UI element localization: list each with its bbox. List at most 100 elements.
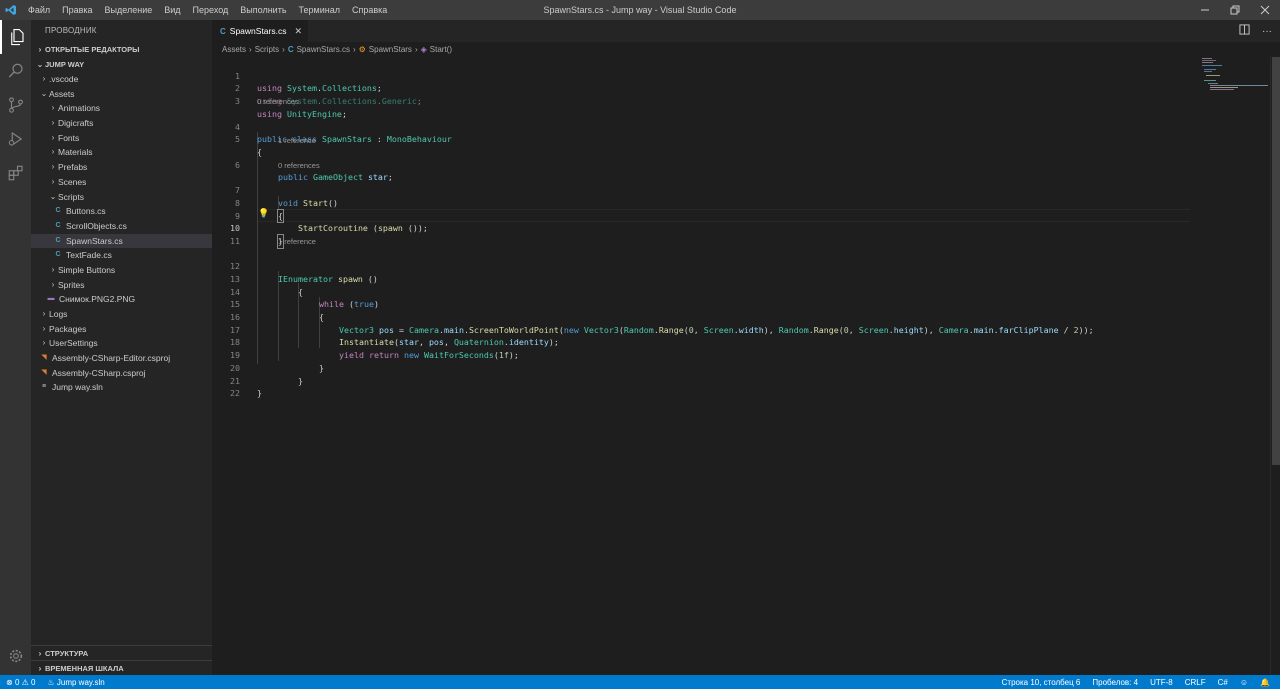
tree-item-label: Simple Buttons (58, 264, 116, 275)
scrollbar-thumb[interactable] (1272, 57, 1280, 465)
tree-item-usersettings[interactable]: › UserSettings (31, 336, 212, 351)
tree-item-simple-buttons[interactable]: › Simple Buttons (31, 263, 212, 278)
tree-item-editor-csproj[interactable]: ◥ Assembly-CSharp-Editor.csproj (31, 351, 212, 366)
code-line: 20 } (212, 349, 1270, 386)
menu-view[interactable]: Вид (158, 0, 186, 20)
open-editors-section[interactable]: › ОТКРЫТЫЕ РЕДАКТОРЫ (31, 42, 212, 57)
search-icon[interactable] (0, 54, 31, 88)
menu-edit[interactable]: Правка (56, 0, 98, 20)
code-editor[interactable]: 1 using System.Collections; 2 using Syst… (212, 57, 1270, 675)
tree-item-textfade-cs[interactable]: C TextFade.cs (31, 248, 212, 263)
chevron-right-icon: › (51, 147, 55, 157)
minimap[interactable] (1200, 57, 1270, 97)
tree-item-materials[interactable]: › Materials (31, 145, 212, 160)
tree-item-sln[interactable]: ≡ Jump way.sln (31, 380, 212, 395)
tree-item-digicrafts[interactable]: › Digicrafts (31, 116, 212, 131)
editor-tabs: C SpawnStars.cs ✕ ··· (212, 20, 1280, 42)
chevron-right-icon: › (51, 162, 55, 172)
problems-indicator[interactable]: ⊗ 0 ⚠ 0 (0, 675, 41, 689)
menu-file[interactable]: Файл (22, 0, 56, 20)
codelens-references[interactable]: 1 reference (278, 236, 316, 248)
tree-item-png-image[interactable]: ▬ Снимок.PNG2.PNG (31, 292, 212, 307)
line-ending[interactable]: CRLF (1179, 675, 1212, 689)
codelens-references[interactable]: 0 references (278, 160, 320, 172)
editor-scrollbar[interactable] (1270, 57, 1280, 675)
code-line: 18 yield return new WaitForSeconds(1f); (212, 324, 1270, 360)
source-control-icon[interactable] (0, 88, 31, 122)
encoding[interactable]: UTF-8 (1144, 675, 1179, 689)
tree-item-animations[interactable]: › Animations (31, 101, 212, 116)
chevron-down-icon: ⌄ (36, 60, 44, 69)
code-line: 16 Vector3 pos = Camera.main.ScreenToWor… (212, 298, 1270, 335)
sidebar-title: ПРОВОДНИК (45, 26, 97, 35)
explorer-icon[interactable] (0, 20, 31, 54)
tree-item-assets[interactable]: ⌄ Assets (31, 87, 212, 102)
tree-item-label: Assembly-CSharp-Editor.csproj (52, 353, 171, 364)
code-line: 3 using UnityEngine; (212, 82, 1270, 119)
tab-label: SpawnStars.cs (229, 26, 287, 36)
line-number: 11 (230, 236, 240, 246)
feedback-icon[interactable]: ☺ (1234, 675, 1254, 689)
tab-spawnstars[interactable]: C SpawnStars.cs ✕ (212, 20, 309, 42)
tree-item-label: TextFade.cs (66, 250, 112, 261)
language-mode[interactable]: C# (1212, 675, 1234, 689)
code-line: 13 { (212, 260, 1270, 297)
tree-item-scenes[interactable]: › Scenes (31, 175, 212, 190)
split-editor-icon[interactable] (1239, 24, 1250, 38)
explorer-sidebar: ПРОВОДНИК › ОТКРЫТЫЕ РЕДАКТОРЫ ⌄ JUMP WA… (31, 20, 212, 675)
project-file-icon: ◥ (41, 368, 47, 376)
token: Collections (321, 96, 377, 107)
run-debug-icon[interactable] (0, 122, 31, 156)
restore-button[interactable] (1220, 0, 1250, 20)
csharp-file-icon: C (55, 236, 61, 244)
settings-gear-icon[interactable] (0, 643, 31, 669)
tree-item-fonts[interactable]: › Fonts (31, 131, 212, 146)
cursor-position[interactable]: Строка 10, столбец 6 (996, 675, 1087, 689)
csharp-file-icon: C (287, 45, 294, 54)
codelens-references[interactable]: 0 references (257, 96, 299, 108)
minimize-button[interactable] (1190, 0, 1220, 20)
tree-item-scripts[interactable]: ⌄ Scripts (31, 190, 212, 205)
token: SpawnStars (321, 134, 372, 145)
tree-item-logs[interactable]: › Logs (31, 307, 212, 322)
tree-item-scrollobjects-cs[interactable]: C ScrollObjects.cs (31, 219, 212, 234)
tree-item-packages[interactable]: › Packages (31, 322, 212, 337)
menu-selection[interactable]: Выделение (99, 0, 159, 20)
code-line: 4 public class SpawnStars : MonoBehaviou… (212, 108, 1270, 145)
menu-help[interactable]: Справка (346, 0, 393, 20)
tree-item-label: ScrollObjects.cs (66, 220, 127, 231)
outline-section[interactable]: › СТРУКТУРА (31, 645, 212, 660)
lightbulb-icon[interactable]: 💡 (258, 209, 269, 219)
breadcrumb-class[interactable]: SpawnStars (369, 45, 412, 54)
tree-item-vscode[interactable]: › .vscode (31, 72, 212, 87)
project-section[interactable]: ⌄ JUMP WAY (31, 57, 212, 72)
window-controls (1190, 0, 1280, 20)
code-line: 14 while (true) (212, 273, 1270, 310)
indentation[interactable]: Пробелов: 4 (1086, 675, 1144, 689)
menu-terminal[interactable]: Терминал (293, 0, 346, 20)
code-line: 11 (212, 222, 1270, 246)
breadcrumb-file[interactable]: SpawnStars.cs (297, 45, 350, 54)
outline-label: СТРУКТУРА (45, 648, 89, 658)
tree-item-spawnstars-cs[interactable]: C SpawnStars.cs (31, 233, 212, 249)
tree-item-sprites[interactable]: › Sprites (31, 278, 212, 293)
menu-run[interactable]: Выполнить (234, 0, 292, 20)
breadcrumb-scripts[interactable]: Scripts (255, 45, 279, 54)
timeline-section[interactable]: › ВРЕМЕННАЯ ШКАЛА (31, 660, 212, 675)
tree-item-label: Sprites (58, 279, 85, 290)
more-actions-icon[interactable]: ··· (1262, 26, 1272, 37)
token: : (371, 134, 387, 145)
close-icon[interactable]: ✕ (294, 26, 302, 37)
breadcrumb-method[interactable]: Start() (430, 45, 452, 54)
bell-icon[interactable]: 🔔 (1254, 675, 1276, 689)
close-window-button[interactable] (1250, 0, 1280, 20)
tree-item-label: Снимок.PNG2.PNG (59, 294, 136, 305)
extensions-icon[interactable] (0, 156, 31, 190)
menu-go[interactable]: Переход (187, 0, 235, 20)
breadcrumb-assets[interactable]: Assets (222, 45, 246, 54)
tree-item-buttons-cs[interactable]: C Buttons.cs (31, 204, 212, 219)
chevron-down-icon: ⌄ (49, 191, 57, 201)
tree-item-csharp-csproj[interactable]: ◥ Assembly-CSharp.csproj (31, 366, 212, 381)
tree-item-prefabs[interactable]: › Prefabs (31, 160, 212, 175)
solution-indicator[interactable]: ♨ Jump way.sln (41, 675, 110, 689)
